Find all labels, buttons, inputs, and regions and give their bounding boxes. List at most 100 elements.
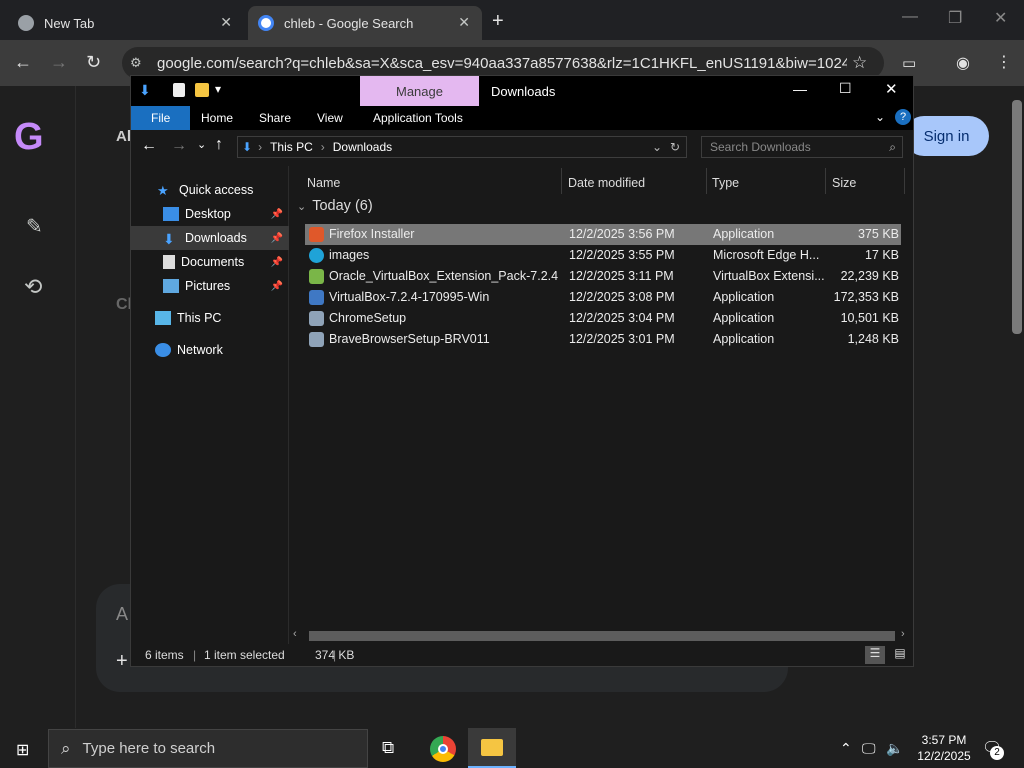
file-row[interactable]: Firefox Installer 12/2/2025 3:56 PM Appl…: [305, 224, 901, 245]
chrome-center-dot: [438, 744, 448, 754]
tab-file[interactable]: File: [131, 106, 191, 130]
explorer-address-bar[interactable]: ⬇ › This PC › Downloads ⌄ ↻: [237, 136, 687, 158]
page-scrollbar[interactable]: [1012, 100, 1022, 334]
nav-downloads[interactable]: ⬇ Downloads 📌: [131, 226, 289, 250]
new-chat-icon[interactable]: ✎: [26, 214, 43, 239]
column-divider[interactable]: [706, 168, 707, 194]
tab-google-search[interactable]: chleb - Google Search ✕: [248, 6, 482, 40]
site-info-icon[interactable]: ⚙: [130, 55, 142, 71]
customize-toolbar-icon[interactable]: ▾: [215, 82, 221, 96]
file-date: 12/2/2025 3:56 PM: [569, 227, 675, 241]
pin-icon[interactable]: 📌: [271, 209, 283, 220]
sign-in-button[interactable]: Sign in: [904, 116, 989, 156]
windows-start-icon[interactable]: ⊞: [16, 740, 29, 760]
task-view-icon[interactable]: ⧉: [382, 738, 394, 758]
scrollbar-thumb[interactable]: [309, 631, 895, 641]
menu-icon[interactable]: ⋮: [996, 52, 1012, 72]
pictures-icon: [163, 279, 179, 293]
column-name[interactable]: Name: [307, 171, 340, 195]
tab-share[interactable]: Share: [245, 106, 305, 130]
expand-ribbon-icon[interactable]: ⌄: [875, 110, 885, 124]
group-label: Today (6): [312, 198, 373, 214]
scroll-right-icon[interactable]: ›: [901, 628, 905, 640]
tab-title: New Tab: [44, 15, 95, 31]
recent-locations-icon[interactable]: ⌄: [197, 138, 206, 151]
nav-label: This PC: [177, 311, 222, 325]
back-icon[interactable]: ←: [14, 52, 32, 73]
file-row[interactable]: ChromeSetup 12/2/2025 3:04 PM Applicatio…: [305, 308, 901, 329]
pin-icon[interactable]: 📌: [271, 233, 283, 244]
gemini-logo-icon[interactable]: G: [14, 116, 44, 159]
minimize-icon[interactable]: —: [793, 81, 807, 97]
tab-new-tab[interactable]: New Tab ✕: [8, 6, 244, 40]
breadcrumb-this-pc[interactable]: This PC: [270, 140, 313, 154]
system-clock[interactable]: 3:57 PM 12/2/2025: [912, 732, 976, 764]
add-icon[interactable]: +: [116, 650, 128, 673]
file-date: 12/2/2025 3:04 PM: [569, 311, 675, 325]
breadcrumb-downloads[interactable]: Downloads: [333, 140, 392, 154]
maximize-icon[interactable]: ☐: [839, 80, 852, 97]
refresh-icon[interactable]: ↻: [670, 140, 680, 154]
file-name: Firefox Installer: [329, 227, 415, 241]
nav-documents[interactable]: Documents 📌: [131, 250, 289, 274]
details-view-icon[interactable]: ☰: [865, 646, 885, 664]
column-size[interactable]: Size: [832, 171, 856, 195]
tab-view[interactable]: View: [303, 106, 357, 130]
tab-application-tools[interactable]: Application Tools: [359, 106, 477, 130]
up-icon[interactable]: ↑: [215, 136, 223, 154]
column-type[interactable]: Type: [712, 171, 739, 195]
show-hidden-icons-icon[interactable]: ⌃: [840, 740, 852, 757]
properties-icon[interactable]: [173, 83, 185, 97]
chevron-down-icon[interactable]: ⌄: [652, 140, 662, 154]
minimize-icon[interactable]: —: [902, 8, 918, 26]
close-icon[interactable]: ✕: [885, 80, 898, 98]
close-tab-icon[interactable]: ✕: [458, 14, 470, 31]
group-header-today[interactable]: ⌄ Today (6): [297, 198, 373, 214]
search-input[interactable]: Search Downloads ⌕: [701, 136, 903, 158]
column-divider[interactable]: [825, 168, 826, 194]
file-row[interactable]: images 12/2/2025 3:55 PM Microsoft Edge …: [305, 245, 901, 266]
file-row[interactable]: Oracle_VirtualBox_Extension_Pack-7.2.4 1…: [305, 266, 901, 287]
volume-muted-icon[interactable]: 🔈: [886, 740, 903, 757]
file-row[interactable]: VirtualBox-7.2.4-170995-Win 12/2/2025 3:…: [305, 287, 901, 308]
close-icon[interactable]: ✕: [994, 8, 1007, 28]
nav-network[interactable]: Network: [131, 338, 289, 362]
restore-icon[interactable]: ❐: [948, 8, 962, 28]
pin-icon[interactable]: 📌: [271, 281, 283, 292]
network-status-icon[interactable]: 🖵: [862, 740, 876, 757]
back-icon[interactable]: ←: [141, 137, 157, 155]
clock-time: 3:57 PM: [921, 733, 967, 747]
forward-icon[interactable]: →: [50, 52, 68, 73]
search-icon: ⌕: [889, 139, 896, 154]
manage-contextual-tab[interactable]: Manage: [360, 76, 479, 106]
nav-pictures[interactable]: Pictures 📌: [131, 274, 289, 298]
tab-home[interactable]: Home: [187, 106, 247, 130]
column-divider[interactable]: [561, 168, 562, 194]
pin-icon[interactable]: 📌: [271, 257, 283, 268]
reload-icon[interactable]: ↻: [86, 52, 101, 73]
help-icon[interactable]: ?: [895, 109, 911, 125]
large-icons-view-icon[interactable]: ▤: [891, 646, 909, 664]
taskbar-search-box[interactable]: ⌕ Type here to search: [48, 729, 368, 768]
forward-icon[interactable]: →: [171, 137, 187, 155]
nav-quick-access[interactable]: ★ Quick access: [131, 178, 289, 202]
close-tab-icon[interactable]: ✕: [220, 14, 232, 31]
scroll-left-icon[interactable]: ‹: [293, 628, 297, 640]
nav-this-pc[interactable]: This PC: [131, 306, 289, 330]
downloads-icon: ⬇: [163, 231, 175, 247]
file-row[interactable]: BraveBrowserSetup-BRV011 12/2/2025 3:01 …: [305, 329, 901, 350]
history-icon[interactable]: ⟲: [24, 274, 42, 300]
cast-icon[interactable]: ▭: [902, 54, 916, 72]
file-explorer-taskbar-button[interactable]: [468, 728, 516, 768]
new-folder-icon[interactable]: [195, 83, 209, 97]
nav-desktop[interactable]: Desktop 📌: [131, 202, 289, 226]
chrome-taskbar-icon[interactable]: [430, 736, 456, 762]
bookmark-star-icon[interactable]: ☆: [852, 53, 867, 73]
new-tab-icon[interactable]: +: [492, 10, 504, 33]
profile-icon[interactable]: ◉: [956, 53, 970, 73]
file-name: images: [329, 248, 370, 262]
quick-access-toolbar-download-icon[interactable]: ⬇: [139, 82, 151, 99]
status-divider: |: [193, 648, 197, 662]
column-date-modified[interactable]: Date modified: [568, 171, 645, 195]
column-divider[interactable]: [904, 168, 905, 194]
